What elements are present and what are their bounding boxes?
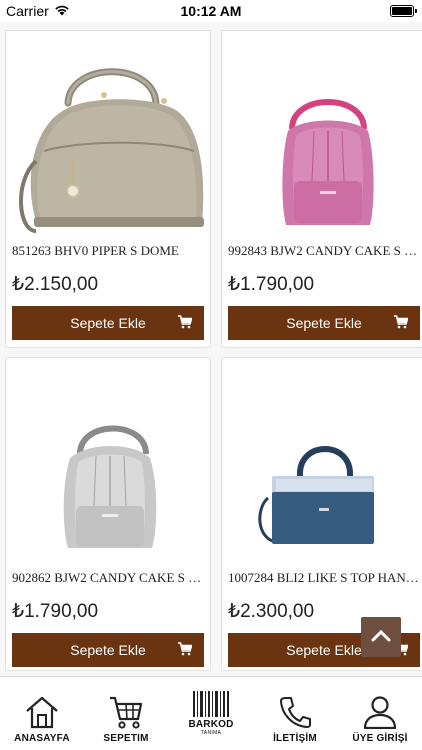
chevron-up-icon: [371, 628, 391, 647]
grey-transparent-backpack-icon: [63, 425, 157, 548]
add-to-cart-button[interactable]: Sepete Ekle: [228, 306, 420, 340]
product-grid: 851263 BHV0 PIPER S DOME ₺2.150,00 Sepet…: [0, 22, 422, 676]
tab-cart-label: SEPETIM: [103, 733, 149, 744]
tab-barcode-label: BARKOD: [188, 719, 234, 730]
user-icon: [362, 691, 398, 729]
battery-icon: [390, 5, 417, 17]
product-card[interactable]: 992843 BJW2 CANDY CAKE S B... ₺1.790,00 …: [221, 30, 422, 348]
barcode-icon: [192, 691, 230, 717]
product-card[interactable]: 851263 BHV0 PIPER S DOME ₺2.150,00 Sepet…: [5, 30, 211, 348]
blue-top-handle-bag-icon: [258, 446, 374, 544]
product-image[interactable]: [6, 31, 210, 236]
cart-icon: [178, 642, 193, 659]
product-name[interactable]: 1007284 BLI2 LIKE S TOP HANDLE: [228, 570, 420, 586]
add-to-cart-label: Sepete Ekle: [70, 315, 146, 331]
screen: Carrier 10:12 AM 851263 BHV0 PIPER S DOM…: [0, 0, 422, 750]
tab-login[interactable]: ÜYE GİRİŞİ: [338, 677, 422, 750]
pink-jelly-backpack-icon: [282, 99, 374, 225]
product-name[interactable]: 851263 BHV0 PIPER S DOME: [12, 243, 204, 259]
tab-home-label: ANASAYFA: [14, 733, 70, 744]
product-price: ₺2.300,00: [228, 601, 315, 622]
scroll-to-top-button[interactable]: [361, 617, 401, 657]
tab-barcode[interactable]: BARKOD TANIMA: [169, 677, 253, 750]
product-name[interactable]: 992843 BJW2 CANDY CAKE S B...: [228, 243, 420, 259]
bottom-tab-bar: ANASAYFA SEPETIM BARKOD TANIMA İLETİŞİM …: [0, 676, 422, 750]
add-to-cart-button[interactable]: Sepete Ekle: [12, 633, 204, 667]
beige-dome-handbag-icon: [19, 68, 204, 233]
add-to-cart-label: Sepete Ekle: [286, 315, 362, 331]
phone-icon: [277, 691, 313, 729]
tab-contact-label: İLETİŞİM: [273, 733, 317, 744]
add-to-cart-label: Sepete Ekle: [70, 642, 146, 658]
product-price: ₺1.790,00: [12, 601, 99, 622]
status-bar: Carrier 10:12 AM: [0, 0, 422, 22]
product-card[interactable]: 902862 BJW2 CANDY CAKE S B... ₺1.790,00 …: [5, 357, 211, 671]
cart-icon: [394, 315, 409, 332]
tab-login-label: ÜYE GİRİŞİ: [352, 733, 408, 744]
tab-contact[interactable]: İLETİŞİM: [253, 677, 337, 750]
product-price: ₺1.790,00: [228, 274, 315, 295]
tab-cart[interactable]: SEPETIM: [84, 677, 168, 750]
cart-icon: [108, 691, 144, 729]
product-image[interactable]: [222, 31, 422, 236]
product-image[interactable]: [222, 358, 422, 563]
add-to-cart-button[interactable]: Sepete Ekle: [12, 306, 204, 340]
cart-icon: [178, 315, 193, 332]
tab-home[interactable]: ANASAYFA: [0, 677, 84, 750]
product-image[interactable]: [6, 358, 210, 563]
add-to-cart-label: Sepete Ekle: [286, 642, 362, 658]
tab-barcode-sublabel: TANIMA: [200, 730, 222, 736]
product-name[interactable]: 902862 BJW2 CANDY CAKE S B...: [12, 570, 204, 586]
home-icon: [24, 691, 60, 729]
product-price: ₺2.150,00: [12, 274, 99, 295]
status-time: 10:12 AM: [180, 3, 242, 19]
